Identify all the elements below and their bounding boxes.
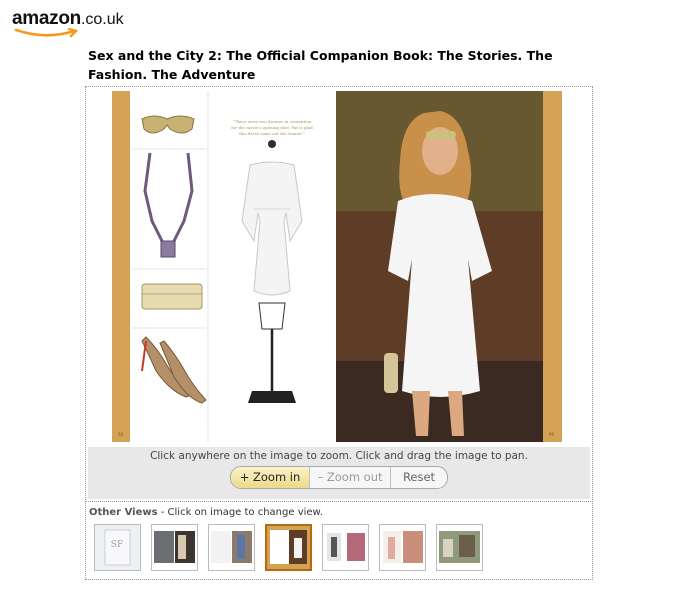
image-viewer[interactable]: “There were two dresses in contention fo…	[85, 86, 593, 502]
other-views-heading: Other Views	[89, 507, 158, 518]
zoom-in-button[interactable]: + Zoom in	[231, 467, 310, 488]
thumb-view-3[interactable]	[208, 524, 255, 571]
svg-text:SF: SF	[111, 540, 123, 550]
other-views-label: Other Views - Click on image to change v…	[89, 507, 323, 518]
svg-text:this dress came out the winner: this dress came out the winner.”	[239, 131, 305, 136]
zoom-out-button[interactable]: – Zoom out	[310, 467, 391, 488]
thumb-view-6[interactable]	[379, 524, 426, 571]
svg-text:for the movie's opening shot.: for the movie's opening shot. Pat is gla…	[231, 125, 313, 130]
clutch-picture	[141, 283, 203, 310]
thumb-view-7[interactable]	[436, 524, 483, 571]
thumb-view-4[interactable]	[265, 524, 312, 571]
product-title: Sex and the City 2: The Official Compani…	[88, 48, 553, 82]
zoom-controls: + Zoom in – Zoom out Reset	[230, 466, 448, 489]
thumb-view-2[interactable]	[151, 524, 198, 571]
smile-arrow-icon	[14, 28, 79, 38]
svg-text:“There were two dresses in con: “There were two dresses in contention	[233, 119, 312, 124]
logo-tld: .co.uk	[80, 11, 124, 28]
reset-button[interactable]: Reset	[391, 467, 447, 488]
other-views-panel: Other Views - Click on image to change v…	[85, 501, 593, 580]
thumb-cover[interactable]: SF	[94, 524, 141, 571]
other-views-instruction: - Click on image to change view.	[157, 507, 323, 518]
thumb-view-5[interactable]	[322, 524, 369, 571]
amazon-logo[interactable]: amazon.co.uk	[12, 8, 132, 40]
zoom-hint-text: Click anywhere on the image to zoom. Cli…	[150, 450, 528, 462]
zoom-toolbar: Click anywhere on the image to zoom. Cli…	[88, 447, 590, 499]
book-spread-image[interactable]: “There were two dresses in contention fo…	[112, 91, 562, 442]
svg-text:50: 50	[118, 432, 124, 437]
svg-text:99: 99	[549, 432, 555, 437]
book-spread-illustration: “There were two dresses in contention fo…	[112, 91, 562, 442]
logo-wordmark: amazon	[12, 8, 81, 29]
